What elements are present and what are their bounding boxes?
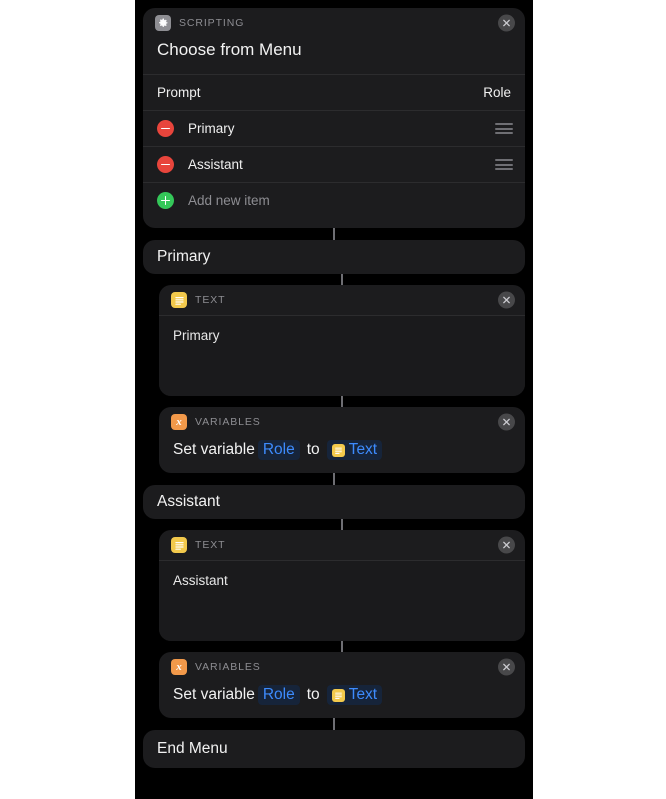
variable-name-token[interactable]: Role [257,440,300,460]
text-card-header: TEXT [159,285,525,315]
variable-name-token[interactable]: Role [257,685,300,705]
drag-handle-icon[interactable] [495,159,513,170]
close-icon[interactable] [498,291,515,309]
close-icon[interactable] [498,658,515,676]
flow-connector [333,473,335,485]
branch-body-assistant: TEXT Assistant x VARIABLES Set variable … [159,519,525,718]
branch-header-label: Assistant [157,493,220,510]
flow-connector [333,228,335,240]
variables-category-label: VARIABLES [195,661,261,673]
variable-x-icon: x [171,659,187,675]
end-menu-card[interactable]: End Menu [143,730,525,768]
flow-connector [341,641,343,652]
variable-value-token[interactable]: Text [326,685,383,705]
flow-connector [333,718,335,730]
shortcut-editor-canvas: SCRIPTING Choose from Menu Prompt Role P… [135,0,533,799]
minus-circle-icon[interactable] [157,120,174,137]
text-category-label: TEXT [195,294,226,306]
drag-handle-icon[interactable] [495,123,513,134]
menu-item-label[interactable]: Assistant [188,157,243,172]
action-category-label: SCRIPTING [179,17,245,29]
variables-category-label: VARIABLES [195,416,261,428]
variable-value-label: Text [348,686,378,703]
text-document-icon [331,443,345,457]
text-content-field[interactable]: Assistant [159,561,525,641]
menu-item-row[interactable]: Assistant [143,147,525,182]
close-icon[interactable] [498,14,515,32]
choose-from-menu-action-card[interactable]: SCRIPTING Choose from Menu Prompt Role P… [143,8,525,228]
variable-value-token[interactable]: Text [326,440,383,460]
plus-circle-icon[interactable] [157,192,174,209]
set-variable-prefix: Set variable [173,686,255,703]
prompt-label: Prompt [157,85,201,100]
branch-body-primary: TEXT Primary x VARIABLES Set variable Ro… [159,274,525,473]
add-new-item-label[interactable]: Add new item [188,193,270,208]
gear-icon [155,15,171,31]
close-icon[interactable] [498,536,515,554]
set-variable-action-card[interactable]: x VARIABLES Set variable Role to Text [159,407,525,473]
text-document-icon [171,537,187,553]
text-document-icon [331,688,345,702]
statement-connector-word: to [306,686,320,703]
menu-item-label[interactable]: Primary [188,121,235,136]
prompt-value[interactable]: Role [483,85,511,100]
set-variable-statement: Set variable Role to Text [159,437,525,473]
action-title: Choose from Menu [157,40,302,59]
set-variable-action-card[interactable]: x VARIABLES Set variable Role to Text [159,652,525,718]
action-card-header: SCRIPTING [143,8,525,38]
variables-card-header: x VARIABLES [159,652,525,682]
add-new-item-row[interactable]: Add new item [143,183,525,218]
branch-header-label: Primary [157,248,211,265]
prompt-row[interactable]: Prompt Role [143,75,525,110]
flow-connector [341,396,343,407]
flow-connector [341,519,343,530]
minus-circle-icon[interactable] [157,156,174,173]
menu-branch-header-assistant[interactable]: Assistant [143,485,525,519]
variable-x-icon: x [171,414,187,430]
close-icon[interactable] [498,413,515,431]
variable-value-label: Text [348,441,378,458]
text-content-field[interactable]: Primary [159,316,525,396]
text-card-header: TEXT [159,530,525,560]
text-document-icon [171,292,187,308]
text-category-label: TEXT [195,539,226,551]
flow-connector [341,274,343,285]
text-action-card[interactable]: TEXT Primary [159,285,525,396]
menu-branch-header-primary[interactable]: Primary [143,240,525,274]
set-variable-prefix: Set variable [173,441,255,458]
text-action-card[interactable]: TEXT Assistant [159,530,525,641]
variables-card-header: x VARIABLES [159,407,525,437]
end-menu-label: End Menu [157,740,228,757]
menu-item-row[interactable]: Primary [143,111,525,146]
statement-connector-word: to [306,441,320,458]
set-variable-statement: Set variable Role to Text [159,682,525,718]
